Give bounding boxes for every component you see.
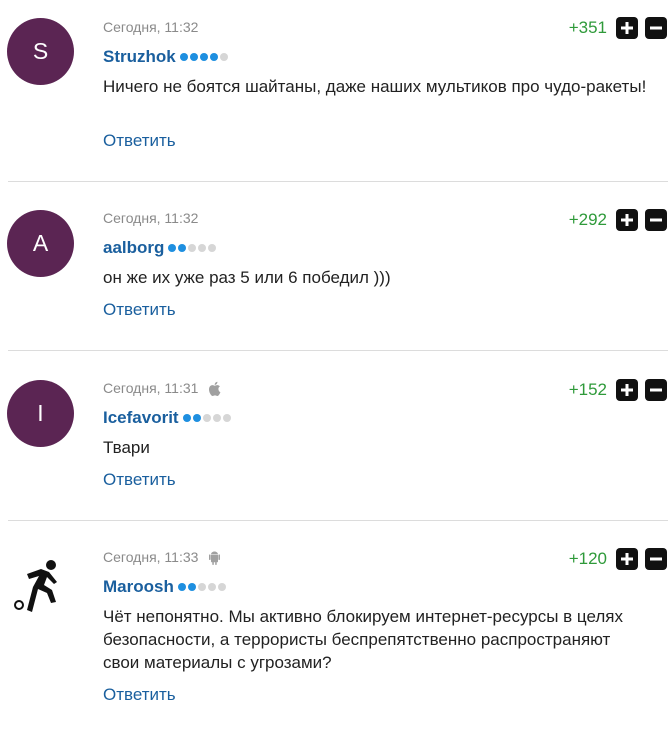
downvote-button[interactable] — [645, 379, 667, 401]
author-name[interactable]: Struzhok — [103, 47, 176, 67]
comment-timestamp: Сегодня, 11:32 — [103, 210, 199, 226]
minus-icon — [650, 218, 662, 222]
author-name[interactable]: Icefavorit — [103, 408, 179, 428]
comment-item: Сегодня, 11:33 Maroosh Чёт непонятно. Мы… — [0, 521, 671, 729]
author-name[interactable]: Maroosh — [103, 577, 174, 597]
user-rating-dots — [177, 583, 226, 591]
downvote-button[interactable] — [645, 17, 667, 39]
avatar[interactable]: S — [7, 18, 74, 85]
soccer-player-icon — [13, 559, 57, 612]
upvote-button[interactable] — [616, 17, 638, 39]
comment-item: I Сегодня, 11:31 Icefavorit Твари Ответи… — [0, 351, 671, 520]
author-name[interactable]: aalborg — [103, 238, 164, 258]
vote-controls: +351 — [569, 17, 667, 39]
plus-icon — [621, 384, 633, 396]
reply-link[interactable]: Ответить — [103, 685, 176, 705]
comment-timestamp: Сегодня, 11:33 — [103, 548, 221, 566]
comment-item: A Сегодня, 11:32 aalborg он же их уже ра… — [0, 182, 671, 350]
comment-text: Ничего не боятся шайтаны, даже наших мул… — [103, 77, 647, 96]
comment-text: Чёт непонятно. Мы активно блокируем инте… — [103, 607, 623, 672]
avatar[interactable] — [7, 549, 74, 616]
reply-link[interactable]: Ответить — [103, 470, 176, 490]
user-rating-dots — [179, 53, 228, 61]
plus-icon — [621, 22, 633, 34]
user-rating-dots — [182, 414, 231, 422]
comment-text: он же их уже раз 5 или 6 победил ))) — [103, 268, 391, 287]
apple-icon — [208, 381, 221, 396]
reply-link[interactable]: Ответить — [103, 300, 176, 320]
vote-controls: +152 — [569, 379, 667, 401]
reply-link[interactable]: Ответить — [103, 131, 176, 151]
downvote-button[interactable] — [645, 548, 667, 570]
downvote-button[interactable] — [645, 209, 667, 231]
upvote-button[interactable] — [616, 548, 638, 570]
minus-icon — [650, 557, 662, 561]
avatar[interactable]: A — [7, 210, 74, 277]
comment-item: S Сегодня, 11:32 Struzhok Ничего не боят… — [0, 0, 671, 182]
user-rating-dots — [168, 244, 217, 252]
vote-controls: +292 — [569, 209, 667, 231]
comment-score: +152 — [568, 380, 607, 399]
android-icon — [208, 550, 221, 565]
comment-score: +292 — [568, 210, 607, 229]
comment-score: +120 — [568, 549, 607, 568]
avatar[interactable]: I — [7, 380, 74, 447]
comment-timestamp: Сегодня, 11:32 — [103, 19, 199, 35]
comment-timestamp: Сегодня, 11:31 — [103, 379, 221, 397]
plus-icon — [621, 214, 633, 226]
comment-text: Твари — [103, 438, 150, 457]
upvote-button[interactable] — [616, 209, 638, 231]
minus-icon — [650, 26, 662, 30]
minus-icon — [650, 388, 662, 392]
plus-icon — [621, 553, 633, 565]
comment-score: +351 — [568, 18, 607, 37]
vote-controls: +120 — [569, 548, 667, 570]
upvote-button[interactable] — [616, 379, 638, 401]
